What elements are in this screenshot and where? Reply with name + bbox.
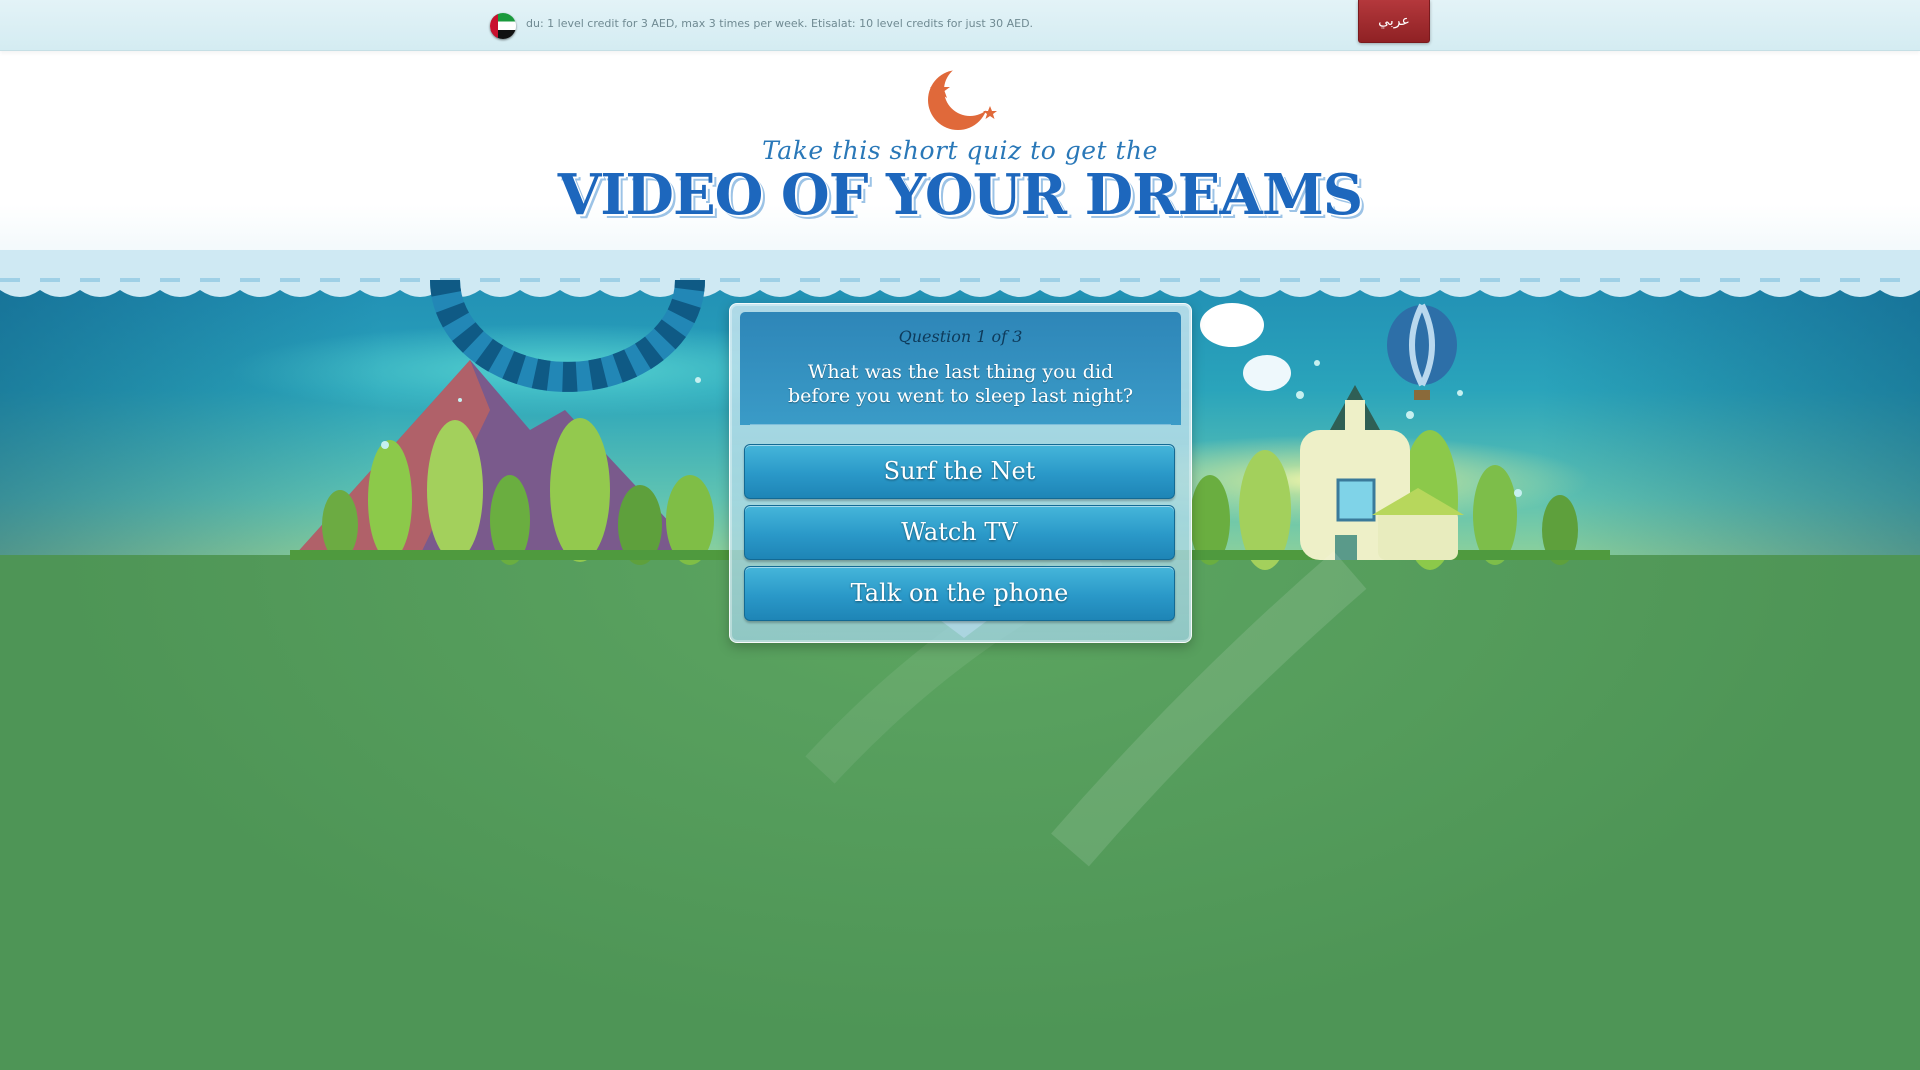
top-bar: du: 1 level credit for 3 AED, max 3 time…	[0, 0, 1920, 51]
cloud	[1200, 303, 1264, 347]
question-number: Question 1 of 3	[898, 327, 1023, 346]
card-pointer	[940, 620, 988, 638]
question-line-2: before you went to sleep last night?	[787, 385, 1134, 407]
page-subtitle: Take this short quiz to get the	[762, 136, 1158, 165]
arabic-language-button[interactable]: عربي	[1358, 0, 1430, 43]
uae-flag-icon	[490, 13, 516, 39]
cloud	[1243, 355, 1291, 391]
moon-stars-icon	[928, 64, 997, 130]
pricing-info: du: 1 level credit for 3 AED, max 3 time…	[526, 17, 1034, 30]
page-title: VIDEO OF YOUR DREAMS	[557, 162, 1364, 228]
answer-button-watch-tv[interactable]: Watch TV	[744, 505, 1175, 560]
question-text: What was the last thing you did before y…	[760, 360, 1161, 408]
answer-button-talk-on-the-phone[interactable]: Talk on the phone	[744, 566, 1175, 621]
question-panel: Question 1 of 3 What was the last thing …	[740, 312, 1181, 425]
hot-air-balloon	[1387, 303, 1457, 400]
cloud-band	[0, 250, 1920, 297]
answer-button-surf-the-net[interactable]: Surf the Net	[744, 444, 1175, 499]
question-line-1: What was the last thing you did	[807, 361, 1114, 383]
